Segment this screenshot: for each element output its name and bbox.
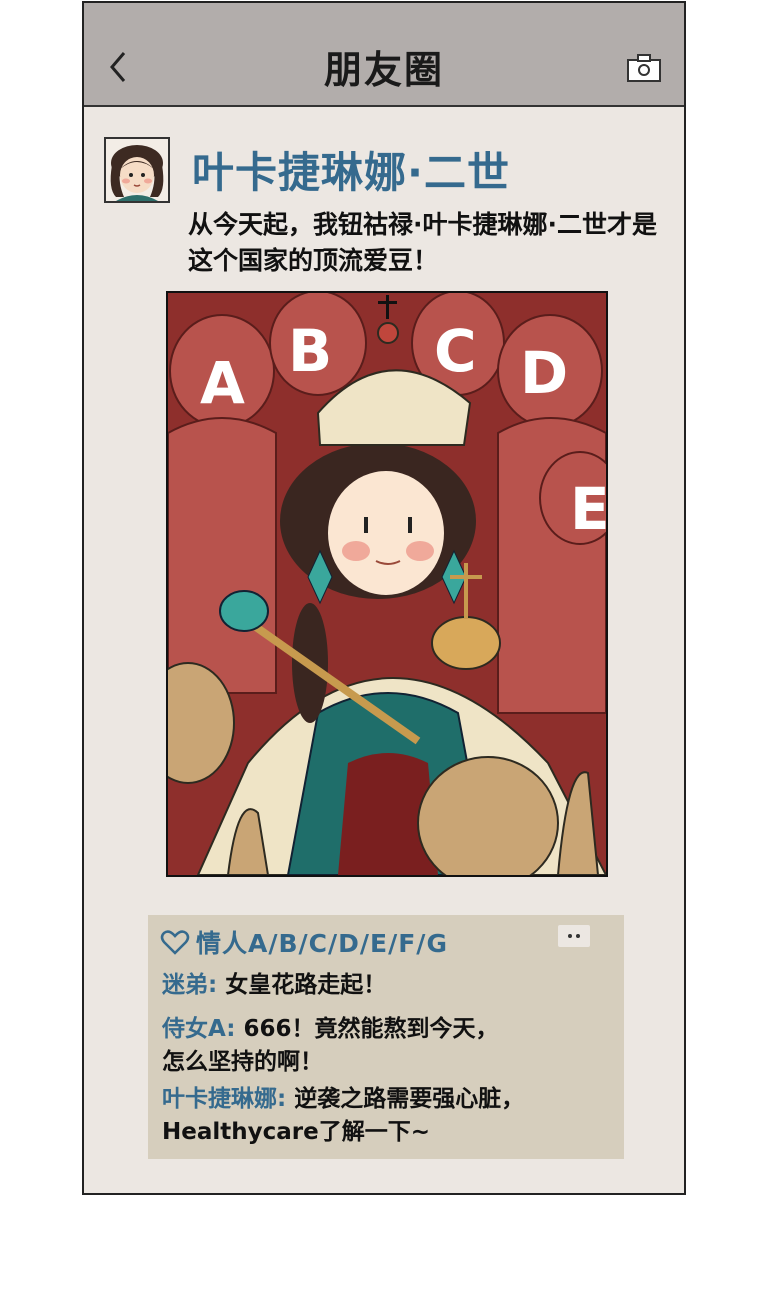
image-letter-b: B [288, 317, 332, 385]
interaction-panel: 情人A/B/C/D/E/F/G 迷弟: 女皇花路走起！ 侍女A: 666！竟然能熬到… [148, 915, 624, 1159]
heart-icon[interactable] [160, 927, 190, 957]
likes-list: 情人A/B/C/D/E/F/G [196, 929, 448, 958]
post-text: 从今天起，我钮祜禄·叶卡捷琳娜·二世才是这个国家的顶流爱豆！ [188, 210, 657, 275]
image-letter-e: E [570, 475, 606, 543]
empress-illustration: A B C D E F G [168, 293, 606, 875]
avatar-portrait [106, 139, 168, 201]
top-bar: 朋友圈 [84, 3, 684, 107]
comment-author[interactable]: 侍女A: [162, 1016, 235, 1042]
comment-author[interactable]: 叶卡捷琳娜: [162, 1086, 286, 1112]
comment-3[interactable]: 叶卡捷琳娜: 逆袭之路需要强心脏， Healthycare了解一下~ [162, 1083, 614, 1149]
comment-text: 666！竟然能熬到今天， [243, 1016, 499, 1042]
likes-row: 情人A/B/C/D/E/F/G [160, 925, 448, 959]
comment-text: 女皇花路走起！ [225, 972, 387, 998]
image-letter-a: A [200, 349, 245, 417]
comment-2[interactable]: 侍女A: 666！竟然能熬到今天， 怎么坚持的啊！ [162, 1013, 614, 1079]
camera-icon[interactable] [626, 53, 662, 83]
comment-text-continued: Healthycare了解一下~ [162, 1119, 430, 1145]
image-letter-d: D [520, 339, 568, 407]
comment-text: 逆袭之路需要强心脏， [294, 1086, 525, 1112]
post-author[interactable]: 叶卡捷琳娜·二世 [192, 139, 510, 200]
more-options-button[interactable] [558, 925, 590, 947]
comment-author[interactable]: 迷弟: [162, 972, 217, 998]
image-letter-c: C [434, 317, 477, 385]
comment-text-continued: 怎么坚持的啊！ [162, 1049, 323, 1075]
avatar[interactable] [104, 137, 170, 203]
post-image[interactable]: A B C D E F G [166, 291, 608, 877]
moments-screen: 朋友圈 叶卡捷琳娜·二世 从今天起，我钮祜禄·叶卡捷琳娜·二世才是这个国家的顶流… [82, 1, 686, 1195]
page-title: 朋友圈 [323, 48, 444, 92]
comment-1[interactable]: 迷弟: 女皇花路走起！ [162, 969, 614, 1002]
